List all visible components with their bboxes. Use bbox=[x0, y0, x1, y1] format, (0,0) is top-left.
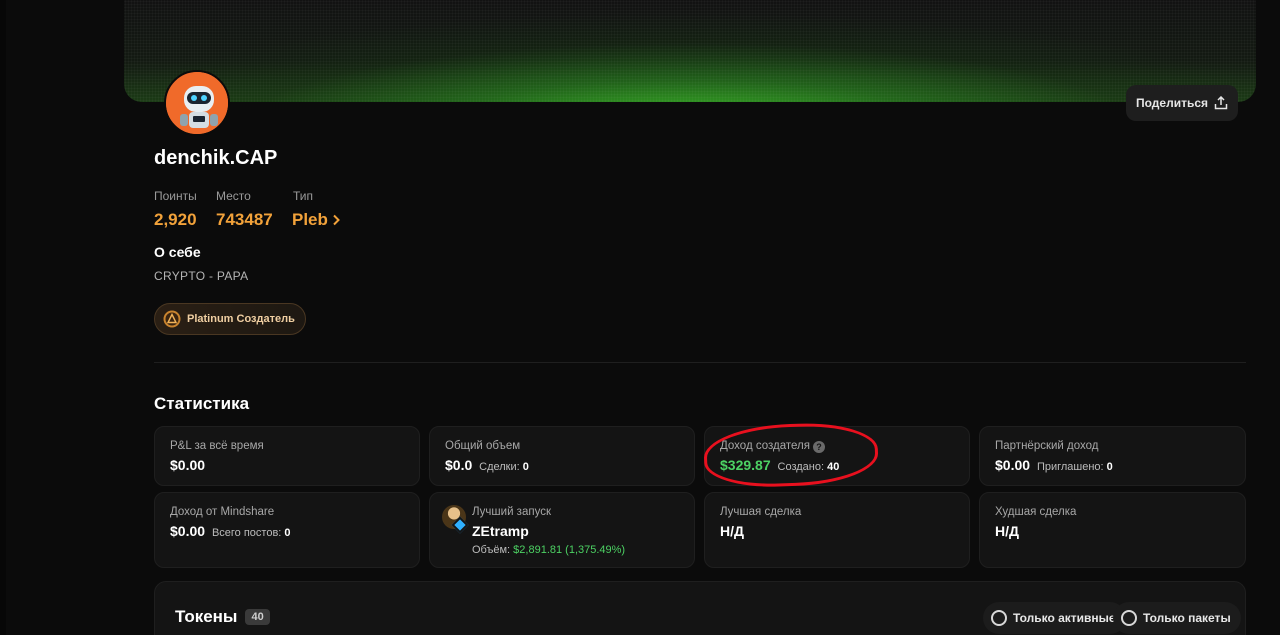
chevron-right-icon bbox=[333, 214, 340, 226]
best-launch-volume-row: Объём: $2,891.81 (1,375.49%) bbox=[472, 544, 626, 556]
type-value: Pleb bbox=[292, 210, 328, 229]
stat-card-pnl: P&L за всё время $0.00 bbox=[154, 426, 420, 486]
rank-label: Место bbox=[216, 189, 251, 203]
filter-active-label: Только активные bbox=[1013, 611, 1116, 625]
mindshare-label: Доход от Mindshare bbox=[170, 506, 275, 518]
about-title: О себе bbox=[154, 244, 201, 260]
type-link[interactable]: Pleb bbox=[292, 210, 340, 230]
stat-card-worst-trade: Худшая сделка Н/Д bbox=[979, 492, 1246, 568]
stat-card-mindshare: Доход от Mindshare $0.00 Всего постов: 0 bbox=[154, 492, 420, 568]
filter-bundles-label: Только пакеты bbox=[1143, 611, 1231, 625]
creator-income-label: Доход создателя bbox=[720, 440, 810, 452]
posts-count: Всего постов: 0 bbox=[211, 527, 291, 539]
invited-count: Приглашено: 0 bbox=[1036, 461, 1113, 473]
creator-income-value-row: $329.87 Создано: 40 bbox=[720, 457, 839, 473]
platinum-badge-icon bbox=[163, 310, 181, 328]
upload-icon bbox=[1214, 96, 1228, 110]
points-value: 2,920 bbox=[154, 210, 197, 229]
partner-income-value: $0.00 bbox=[995, 457, 1031, 473]
stat-card-best-launch[interactable]: Лучший запуск ZEtramp Объём: $2,891.81 (… bbox=[429, 492, 695, 568]
stat-card-creator-income: Доход создателя? $329.87 Создано: 40 bbox=[704, 426, 970, 486]
points-label: Поинты bbox=[154, 189, 197, 203]
robot-avatar-icon bbox=[166, 72, 228, 134]
tokens-panel: Токены 40 Только активные Только пакеты bbox=[154, 581, 1246, 635]
stat-card-best-trade: Лучшая сделка Н/Д bbox=[704, 492, 970, 568]
tokens-header: Токены 40 bbox=[175, 607, 270, 627]
radio-icon bbox=[991, 610, 1007, 626]
mindshare-value-row: $0.00 Всего постов: 0 bbox=[170, 523, 291, 539]
partner-income-value-row: $0.00 Приглашено: 0 bbox=[995, 457, 1113, 473]
radio-icon bbox=[1121, 610, 1137, 626]
profile-banner bbox=[124, 0, 1256, 102]
stat-card-partner-income: Партнёрский доход $0.00 Приглашено: 0 bbox=[979, 426, 1246, 486]
left-edge bbox=[0, 0, 6, 635]
filter-active-toggle[interactable]: Только активные bbox=[983, 602, 1126, 634]
creator-income-value: $329.87 bbox=[720, 457, 771, 473]
profile-page: Поделиться denchik.CAP Поинты Место Тип … bbox=[124, 0, 1256, 635]
divider bbox=[154, 362, 1246, 363]
avatar[interactable] bbox=[164, 70, 230, 136]
help-icon[interactable]: ? bbox=[812, 441, 825, 453]
about-text: CRYPTO - PAPA bbox=[154, 269, 249, 283]
type-label: Тип bbox=[293, 189, 314, 203]
created-count: Создано: 40 bbox=[777, 461, 840, 473]
worst-trade-label: Худшая сделка bbox=[995, 506, 1077, 518]
creator-income-label-row: Доход создателя? bbox=[720, 440, 825, 453]
tokens-count-badge: 40 bbox=[245, 609, 270, 625]
best-trade-value: Н/Д bbox=[720, 523, 744, 539]
best-launch-volume: $2,891.81 (1,375.49%) bbox=[513, 544, 626, 556]
trades-count: Сделки: 0 bbox=[479, 461, 529, 473]
best-launch-label: Лучший запуск bbox=[472, 506, 551, 518]
share-button[interactable]: Поделиться bbox=[1126, 85, 1238, 121]
badge-label: Platinum Создатель bbox=[187, 313, 295, 325]
worst-trade-value: Н/Д bbox=[995, 523, 1019, 539]
pnl-label: P&L за всё время bbox=[170, 440, 264, 452]
creator-badge[interactable]: Platinum Создатель bbox=[154, 303, 306, 335]
username: denchik.CAP bbox=[154, 147, 278, 169]
stat-card-volume: Общий объем $0.0 Сделки: 0 bbox=[429, 426, 695, 486]
volume-value-row: $0.0 Сделки: 0 bbox=[445, 457, 529, 473]
filter-bundles-toggle[interactable]: Только пакеты bbox=[1113, 602, 1241, 634]
best-trade-label: Лучшая сделка bbox=[720, 506, 802, 518]
statistics-title: Статистика bbox=[154, 394, 250, 413]
tokens-title: Токены bbox=[175, 607, 238, 626]
best-launch-token[interactable]: ZEtramp bbox=[472, 523, 529, 539]
volume-label: Общий объем bbox=[445, 440, 521, 452]
rank-value: 743487 bbox=[216, 210, 273, 229]
volume-value: $0.0 bbox=[445, 457, 473, 473]
mindshare-value: $0.00 bbox=[170, 523, 206, 539]
share-label: Поделиться bbox=[1135, 96, 1209, 110]
pnl-value: $0.00 bbox=[170, 457, 206, 473]
partner-income-label: Партнёрский доход bbox=[995, 440, 1099, 452]
